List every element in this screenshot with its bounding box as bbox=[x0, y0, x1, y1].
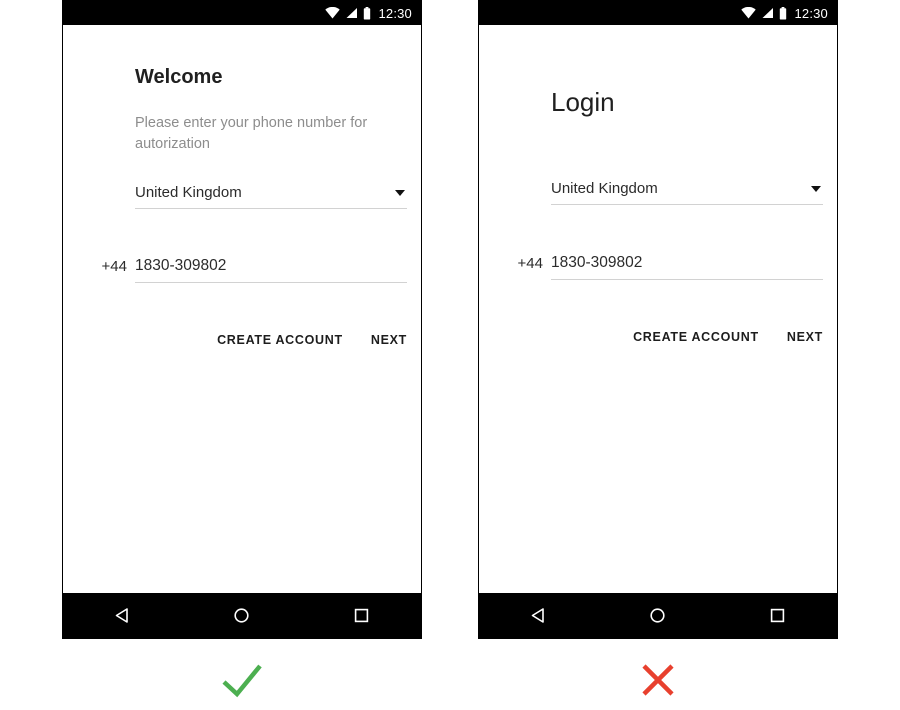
status-bar-icons bbox=[741, 6, 787, 20]
battery-icon bbox=[780, 6, 787, 19]
verdict-fail bbox=[628, 650, 688, 710]
status-bar-icons bbox=[325, 6, 371, 20]
android-nav-bar bbox=[479, 593, 837, 638]
form-actions: CREATE ACCOUNT NEXT bbox=[479, 330, 823, 344]
phone-number-input[interactable]: 1830-309802 bbox=[135, 257, 407, 283]
phone-number-row: +44 1830-309802 bbox=[479, 254, 837, 280]
phone-mockup-welcome: 12:30 Welcome Please enter your phone nu… bbox=[62, 0, 422, 639]
chevron-down-icon bbox=[395, 189, 405, 196]
back-button[interactable] bbox=[509, 593, 569, 638]
page-title: Welcome bbox=[135, 66, 223, 88]
recents-square-icon bbox=[770, 608, 785, 623]
dial-code-label: +44 bbox=[101, 258, 127, 275]
app-screen-login: Login United Kingdom +44 1830-309802 CRE… bbox=[479, 25, 837, 593]
page-subtitle: Please enter your phone number for autor… bbox=[135, 115, 368, 152]
home-button[interactable] bbox=[628, 593, 688, 638]
recents-square-icon bbox=[354, 608, 369, 623]
android-nav-bar bbox=[63, 593, 421, 638]
phone-mockup-login: 12:30 Login United Kingdom +44 1830-3098… bbox=[478, 0, 838, 639]
back-triangle-icon bbox=[531, 608, 544, 623]
country-select-value: United Kingdom bbox=[135, 184, 242, 201]
create-account-button[interactable]: CREATE ACCOUNT bbox=[217, 333, 343, 347]
status-bar: 12:30 bbox=[479, 1, 837, 25]
check-icon bbox=[222, 664, 262, 698]
recents-button[interactable] bbox=[331, 593, 391, 638]
form-actions: CREATE ACCOUNT NEXT bbox=[63, 333, 407, 347]
dial-code-label: +44 bbox=[517, 255, 543, 272]
phone-number-input[interactable]: 1830-309802 bbox=[551, 254, 823, 280]
wifi-icon bbox=[325, 7, 341, 19]
verdict-pass bbox=[212, 650, 272, 710]
home-circle-icon bbox=[650, 608, 666, 623]
create-account-button[interactable]: CREATE ACCOUNT bbox=[633, 330, 759, 344]
cellular-signal-icon bbox=[762, 8, 774, 18]
phone-number-row: +44 1830-309802 bbox=[63, 257, 421, 283]
status-bar-clock: 12:30 bbox=[794, 5, 828, 21]
status-bar: 12:30 bbox=[63, 1, 421, 25]
country-select[interactable]: United Kingdom bbox=[551, 180, 823, 205]
battery-icon bbox=[364, 6, 371, 19]
country-select[interactable]: United Kingdom bbox=[135, 184, 407, 209]
status-bar-clock: 12:30 bbox=[378, 5, 412, 21]
app-screen-welcome: Welcome Please enter your phone number f… bbox=[63, 25, 421, 593]
page-title: Login bbox=[551, 87, 615, 117]
next-button[interactable]: NEXT bbox=[371, 333, 407, 347]
country-select-value: United Kingdom bbox=[551, 180, 658, 197]
chevron-down-icon bbox=[811, 185, 821, 192]
home-button[interactable] bbox=[212, 593, 272, 638]
back-triangle-icon bbox=[115, 608, 128, 623]
recents-button[interactable] bbox=[747, 593, 807, 638]
cross-icon bbox=[642, 664, 674, 696]
cellular-signal-icon bbox=[346, 8, 358, 18]
next-button[interactable]: NEXT bbox=[787, 330, 823, 344]
home-circle-icon bbox=[234, 608, 250, 623]
back-button[interactable] bbox=[93, 593, 153, 638]
wifi-icon bbox=[741, 7, 757, 19]
